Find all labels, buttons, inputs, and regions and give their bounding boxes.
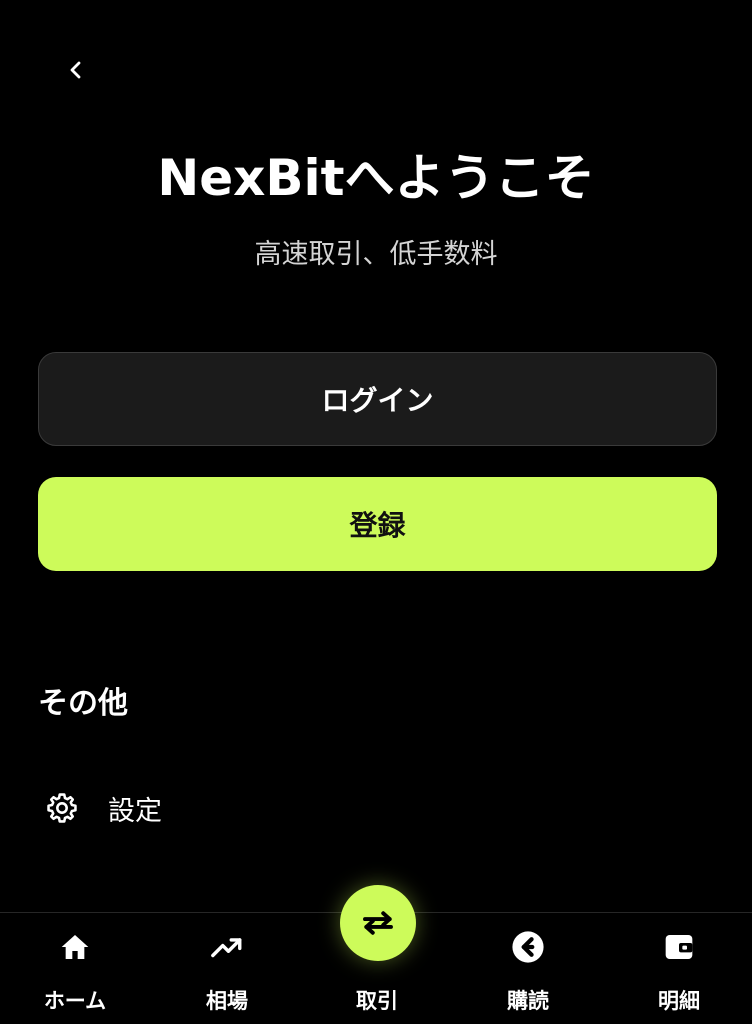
back-button[interactable]: [56, 50, 96, 90]
register-button[interactable]: 登録: [38, 477, 717, 571]
settings-label: 設定: [108, 795, 162, 827]
tab-trade-label: 取引: [356, 989, 398, 1013]
wallet-icon: [604, 929, 752, 965]
subscribe-icon: [453, 929, 603, 965]
tab-details[interactable]: 明細: [604, 913, 752, 1024]
trade-fab-button[interactable]: [340, 885, 416, 961]
login-button[interactable]: ログイン: [38, 352, 717, 446]
welcome-screen: NexBitへようこそ 高速取引、低手数料 ログイン 登録 その他 設定 ホーム: [0, 0, 752, 1024]
tab-home[interactable]: ホーム: [0, 913, 150, 1024]
tab-market[interactable]: 相場: [152, 913, 302, 1024]
chevron-left-icon: [70, 61, 81, 79]
welcome-subtitle: 高速取引、低手数料: [254, 239, 498, 270]
tab-home-label: ホーム: [43, 989, 107, 1013]
trending-up-icon: [152, 929, 302, 965]
tab-details-label: 明細: [658, 989, 700, 1013]
gear-icon: [40, 786, 84, 830]
welcome-title: NexBitへようこそ: [157, 149, 595, 207]
tab-subscribe[interactable]: 購読: [453, 913, 603, 1024]
settings-row[interactable]: 設定: [38, 778, 717, 838]
home-icon: [0, 929, 150, 965]
tab-subscribe-label: 購読: [507, 989, 549, 1013]
swap-arrows-icon: [363, 911, 393, 935]
other-section-title: その他: [38, 686, 128, 721]
tab-market-label: 相場: [206, 989, 248, 1013]
